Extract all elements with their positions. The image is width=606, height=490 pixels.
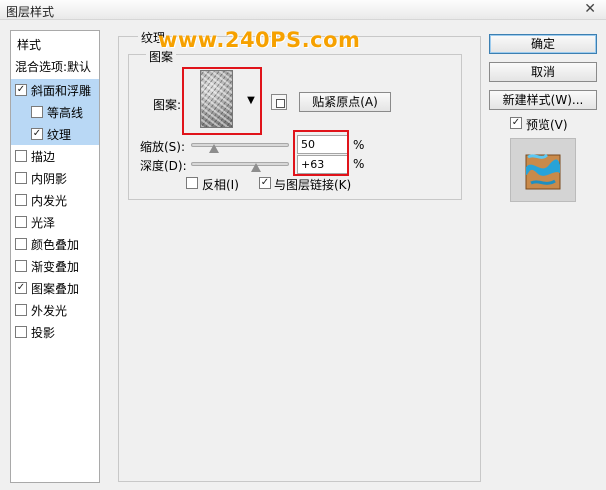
style-preview-image (525, 153, 561, 190)
style-item-outer-glow[interactable]: 外发光 (11, 299, 99, 321)
checkbox-contour[interactable] (31, 106, 43, 118)
values-highlight-box (293, 130, 349, 176)
style-item-color-overlay[interactable]: 颜色叠加 (11, 233, 99, 255)
close-icon[interactable]: ✕ (584, 1, 596, 17)
style-item-inner-shadow[interactable]: 内阴影 (11, 167, 99, 189)
style-item-texture[interactable]: ✓ 纹理 (11, 123, 99, 145)
checkbox-satin[interactable] (15, 216, 27, 228)
snap-to-origin-button[interactable]: 贴紧原点(A) (299, 92, 391, 112)
style-item-stroke[interactable]: 描边 (11, 145, 99, 167)
checkbox-bevel-emboss[interactable]: ✓ (15, 84, 27, 96)
scale-unit: % (353, 138, 365, 152)
checkbox-inner-glow[interactable] (15, 194, 27, 206)
watermark: www.240PS.com (158, 28, 361, 52)
pattern-label: 图案: (153, 98, 182, 112)
checkbox-color-overlay[interactable] (15, 238, 27, 250)
cancel-button[interactable]: 取消 (489, 62, 597, 82)
preview-checkbox[interactable]: ✓ (510, 117, 522, 129)
depth-unit: % (353, 157, 365, 171)
scale-slider-thumb[interactable] (209, 144, 219, 153)
style-item-inner-glow[interactable]: 内发光 (11, 189, 99, 211)
preview-label: 预览(V) (526, 118, 568, 132)
invert-label: 反相(I) (202, 178, 239, 192)
new-style-button[interactable]: 新建样式(W)... (489, 90, 597, 110)
depth-slider-thumb[interactable] (251, 163, 261, 172)
checkbox-pattern-overlay[interactable]: ✓ (15, 282, 27, 294)
style-item-bevel-emboss[interactable]: ✓ 斜面和浮雕 (11, 79, 99, 101)
ok-button[interactable]: 确定 (489, 34, 597, 54)
blend-options-item[interactable]: 混合选项:默认 (11, 55, 99, 77)
link-with-layer-label: 与图层链接(K) (274, 178, 352, 192)
checkbox-drop-shadow[interactable] (15, 326, 27, 338)
style-list: 样式 混合选项:默认 ✓ 斜面和浮雕 等高线 ✓ 纹理 描边 内阴影 内发光 光… (10, 30, 100, 483)
depth-slider-track[interactable] (191, 162, 289, 166)
style-list-header[interactable]: 样式 (11, 33, 99, 55)
scale-label: 缩放(S): (140, 140, 186, 154)
style-item-satin[interactable]: 光泽 (11, 211, 99, 233)
checkbox-inner-shadow[interactable] (15, 172, 27, 184)
style-preview-thumbnail (510, 138, 576, 202)
style-item-pattern-overlay[interactable]: ✓ 图案叠加 (11, 277, 99, 299)
link-with-layer-checkbox[interactable]: ✓ (259, 177, 271, 189)
checkbox-texture[interactable]: ✓ (31, 128, 43, 140)
checkbox-gradient-overlay[interactable] (15, 260, 27, 272)
scale-slider-track[interactable] (191, 143, 289, 147)
window-title: 图层样式 (6, 5, 55, 19)
depth-label: 深度(D): (140, 159, 187, 173)
pattern-highlight-box (182, 67, 262, 135)
style-item-drop-shadow[interactable]: 投影 (11, 321, 99, 343)
checkbox-stroke[interactable] (15, 150, 27, 162)
title-bar: 图层样式 ✕ (0, 0, 606, 20)
style-item-gradient-overlay[interactable]: 渐变叠加 (11, 255, 99, 277)
style-item-contour[interactable]: 等高线 (11, 101, 99, 123)
new-preset-icon[interactable] (271, 94, 287, 110)
invert-checkbox[interactable] (186, 177, 198, 189)
checkbox-outer-glow[interactable] (15, 304, 27, 316)
